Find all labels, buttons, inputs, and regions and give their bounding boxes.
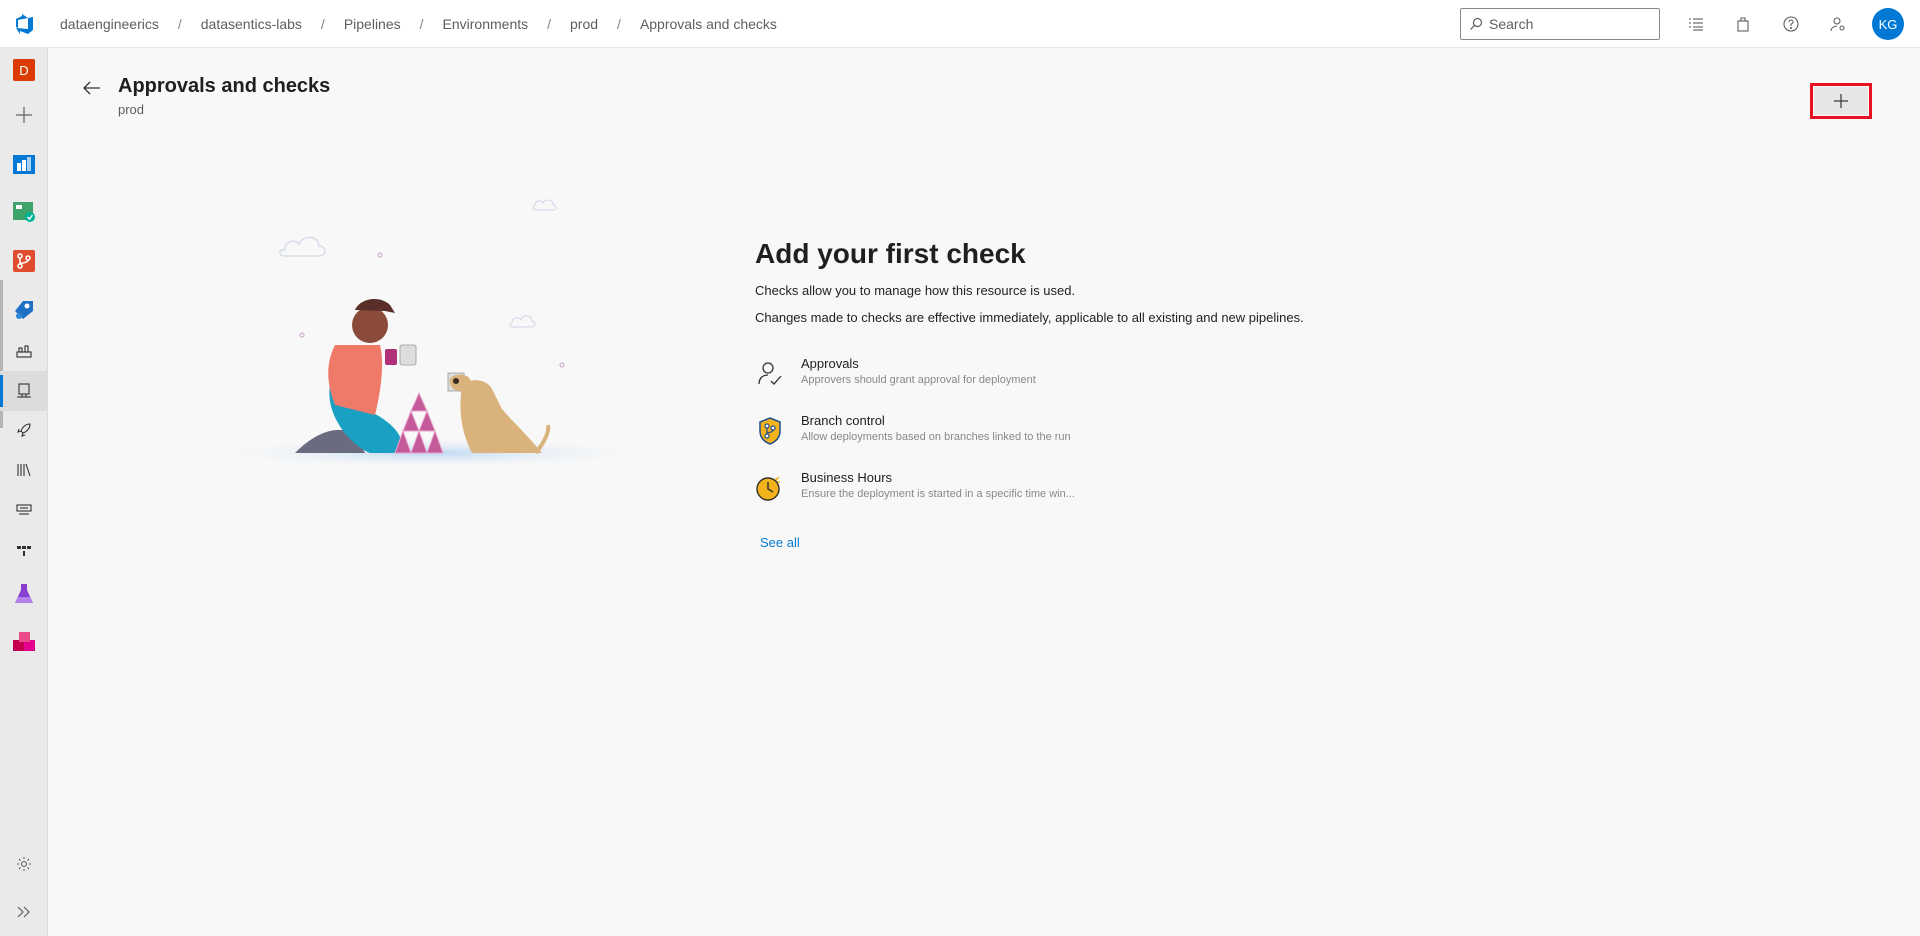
- settings-gear-icon[interactable]: [0, 844, 48, 884]
- new-item-icon[interactable]: [0, 95, 48, 135]
- task-groups-icon[interactable]: [0, 490, 48, 530]
- pipelines-icon[interactable]: [0, 289, 48, 329]
- empty-state-description-1: Checks allow you to manage how this reso…: [755, 283, 1076, 298]
- search-icon: [1470, 17, 1483, 30]
- check-option-description: Allow deployments based on branches link…: [801, 431, 1071, 443]
- library-icon[interactable]: [0, 450, 48, 490]
- test-plans-flask-icon[interactable]: [0, 574, 48, 614]
- breadcrumb-prod[interactable]: prod: [568, 16, 600, 32]
- test-plans-icon[interactable]: [0, 192, 48, 232]
- check-option-description: Approvers should grant approval for depl…: [801, 374, 1036, 386]
- business-hours-icon: [755, 471, 785, 505]
- releases-icon[interactable]: [0, 410, 48, 450]
- page-title: Approvals and checks: [118, 75, 331, 97]
- branch-control-icon: [755, 414, 785, 448]
- search-input[interactable]: Search: [1460, 8, 1660, 40]
- marketplace-bag-icon[interactable]: [1731, 12, 1755, 36]
- breadcrumb-organization[interactable]: dataengineerics: [58, 16, 161, 32]
- deployment-groups-icon[interactable]: [0, 530, 48, 570]
- check-option-branch-control[interactable]: Branch control Allow deployments based o…: [755, 412, 1175, 456]
- empty-state-description-2: Changes made to checks are effective imm…: [755, 310, 1304, 325]
- search-placeholder: Search: [1489, 16, 1534, 32]
- check-option-name: Business Hours: [801, 470, 893, 485]
- check-option-name: Approvals: [801, 356, 859, 371]
- breadcrumb-approvals-and-checks[interactable]: Approvals and checks: [638, 16, 779, 32]
- see-all-link[interactable]: See all: [760, 535, 800, 550]
- breadcrumb-project[interactable]: datasentics-labs: [199, 16, 304, 32]
- avatar[interactable]: KG: [1872, 8, 1904, 40]
- artifacts-icon[interactable]: [0, 622, 48, 662]
- empty-state-heading: Add your first check: [755, 238, 1026, 269]
- left-navigation-rail: D: [0, 48, 48, 936]
- azure-devops-logo-icon[interactable]: [0, 0, 48, 48]
- house-of-cards-illustration: [200, 199, 660, 465]
- list-settings-icon[interactable]: [1684, 12, 1708, 36]
- pipelines-sub-icon[interactable]: [0, 331, 48, 371]
- top-bar: dataengineerics / datasentics-labs / Pip…: [0, 0, 1920, 48]
- breadcrumb-environments[interactable]: Environments: [441, 16, 531, 32]
- plus-icon: [1814, 87, 1868, 115]
- check-option-description: Ensure the deployment is started in a sp…: [801, 488, 1075, 500]
- breadcrumb: dataengineerics / datasentics-labs / Pip…: [58, 15, 779, 32]
- back-arrow-icon[interactable]: [80, 76, 104, 100]
- page-subtitle: prod: [118, 102, 145, 117]
- user-settings-icon[interactable]: [1826, 12, 1850, 36]
- project-badge[interactable]: D: [0, 50, 48, 90]
- breadcrumb-pipelines[interactable]: Pipelines: [342, 16, 403, 32]
- add-check-button[interactable]: [1810, 83, 1872, 119]
- approvals-icon: [755, 357, 785, 391]
- boards-icon[interactable]: [0, 144, 48, 184]
- check-option-name: Branch control: [801, 413, 885, 428]
- help-icon[interactable]: [1779, 12, 1803, 36]
- repos-icon[interactable]: [0, 241, 48, 281]
- check-option-business-hours[interactable]: Business Hours Ensure the deployment is …: [755, 469, 1175, 513]
- project-initial: D: [13, 59, 35, 81]
- environments-icon[interactable]: [0, 371, 48, 411]
- check-option-approvals[interactable]: Approvals Approvers should grant approva…: [755, 355, 1175, 399]
- expand-icon[interactable]: [0, 892, 48, 932]
